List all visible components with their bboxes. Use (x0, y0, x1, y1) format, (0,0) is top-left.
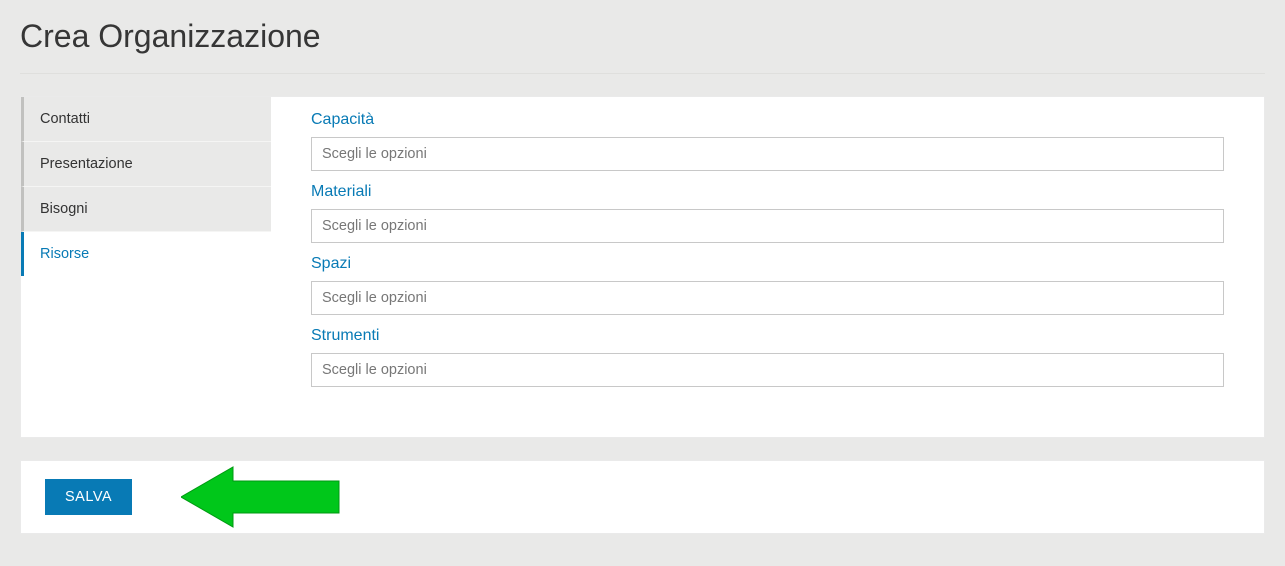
form-card: Contatti Presentazione Bisogni Risorse C… (20, 96, 1265, 438)
tab-risorse[interactable]: Risorse (21, 232, 271, 276)
select-capacita[interactable]: Scegli le opzioni (311, 137, 1224, 171)
label-capacita: Capacità (311, 111, 1224, 129)
field-materiali: Materiali Scegli le opzioni (311, 183, 1224, 243)
tab-presentazione[interactable]: Presentazione (21, 142, 271, 187)
tabs-list: Contatti Presentazione Bisogni Risorse (21, 97, 271, 437)
form-area: Capacità Scegli le opzioni Materiali Sce… (271, 97, 1264, 437)
field-strumenti: Strumenti Scegli le opzioni (311, 327, 1224, 387)
label-spazi: Spazi (311, 255, 1224, 273)
save-button[interactable]: SALVA (45, 479, 132, 515)
page-title: Crea Organizzazione (20, 0, 1265, 74)
field-capacita: Capacità Scegli le opzioni (311, 111, 1224, 171)
label-strumenti: Strumenti (311, 327, 1224, 345)
annotation-arrow-icon (181, 465, 341, 529)
select-spazi[interactable]: Scegli le opzioni (311, 281, 1224, 315)
card-gap (20, 438, 1265, 460)
tab-contatti[interactable]: Contatti (21, 97, 271, 142)
select-strumenti[interactable]: Scegli le opzioni (311, 353, 1224, 387)
select-materiali[interactable]: Scegli le opzioni (311, 209, 1224, 243)
button-row: SALVA (20, 460, 1265, 534)
field-spazi: Spazi Scegli le opzioni (311, 255, 1224, 315)
label-materiali: Materiali (311, 183, 1224, 201)
tab-bisogni[interactable]: Bisogni (21, 187, 271, 232)
